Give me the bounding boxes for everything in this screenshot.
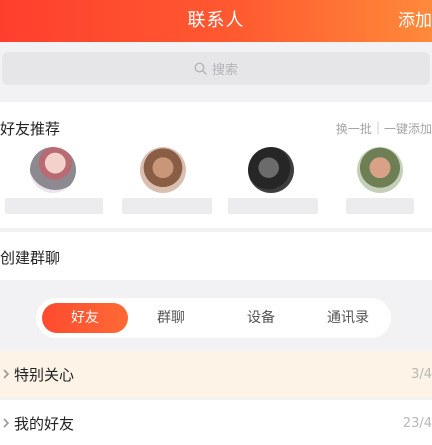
add-all-button[interactable]: 一键添加 [384, 120, 432, 137]
blurred-name [228, 198, 318, 214]
action-separator: | [375, 120, 380, 134]
group-label: 我的好友 [14, 414, 75, 433]
chevron-right-icon [2, 414, 10, 433]
blurred-name [5, 198, 103, 214]
refresh-batch-button[interactable]: 换一批 [336, 120, 372, 137]
recommendations-title: 好友推荐 [0, 120, 61, 138]
contact-tabs: 好友 群聊 设备 通讯录 [36, 298, 391, 338]
contact-tabs-area: 好友 群聊 设备 通讯录 [0, 286, 432, 346]
recommended-avatar[interactable] [248, 147, 294, 193]
tab-address-book[interactable]: 通讯录 [318, 303, 378, 333]
search-placeholder: 搜索 [211, 63, 238, 78]
add-contact-button[interactable]: 添加 [398, 6, 432, 31]
app-header: 联系人 添加 [0, 0, 432, 42]
search-icon [194, 62, 207, 75]
chevron-right-icon [2, 365, 10, 384]
group-label: 特别关心 [14, 365, 75, 384]
create-group-chat-row[interactable]: 创建群聊 [0, 232, 432, 280]
search-area: 搜索 [0, 42, 432, 97]
search-input[interactable]: 搜索 [2, 52, 430, 85]
group-count: 3/4 [411, 366, 432, 382]
tab-devices[interactable]: 设备 [236, 303, 286, 333]
blurred-name [346, 198, 414, 214]
create-group-chat-label: 创建群聊 [0, 249, 61, 267]
recommendation-actions: 换一批 | 一键添加 [336, 120, 432, 137]
group-count: 23/4 [402, 415, 432, 431]
recommended-avatar[interactable] [30, 147, 76, 193]
recommended-avatar[interactable] [140, 147, 186, 193]
blurred-name [122, 198, 212, 214]
page-title: 联系人 [187, 10, 245, 31]
group-special-care[interactable]: 特别关心 3/4 [0, 351, 432, 397]
tab-groups[interactable]: 群聊 [146, 303, 196, 333]
recommended-avatar[interactable] [357, 147, 403, 193]
group-my-friends[interactable]: 我的好友 23/4 [0, 400, 432, 445]
tab-friends[interactable]: 好友 [42, 303, 128, 333]
friend-recommendations: 好友推荐 换一批 | 一键添加 [0, 102, 432, 228]
